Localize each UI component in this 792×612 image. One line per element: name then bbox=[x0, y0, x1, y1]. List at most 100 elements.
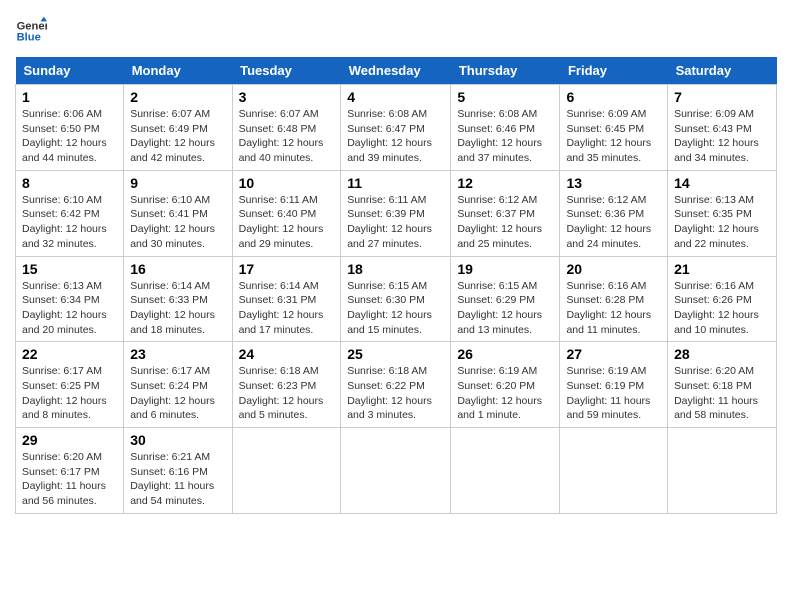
calendar-cell: 30 Sunrise: 6:21 AM Sunset: 6:16 PM Dayli… bbox=[124, 428, 232, 514]
column-header-thursday: Thursday bbox=[451, 57, 560, 85]
calendar-cell: 20 Sunrise: 6:16 AM Sunset: 6:28 PM Dayli… bbox=[560, 256, 668, 342]
day-number: 19 bbox=[457, 261, 553, 277]
calendar-cell: 11 Sunrise: 6:11 AM Sunset: 6:39 PM Dayli… bbox=[341, 170, 451, 256]
calendar-week-5: 29 Sunrise: 6:20 AM Sunset: 6:17 PM Dayli… bbox=[16, 428, 777, 514]
day-number: 18 bbox=[347, 261, 444, 277]
day-number: 12 bbox=[457, 175, 553, 191]
day-info: Sunrise: 6:14 AM Sunset: 6:33 PM Dayligh… bbox=[130, 279, 225, 338]
calendar-cell: 19 Sunrise: 6:15 AM Sunset: 6:29 PM Dayli… bbox=[451, 256, 560, 342]
calendar-cell: 18 Sunrise: 6:15 AM Sunset: 6:30 PM Dayli… bbox=[341, 256, 451, 342]
calendar-header-row: SundayMondayTuesdayWednesdayThursdayFrid… bbox=[16, 57, 777, 85]
column-header-wednesday: Wednesday bbox=[341, 57, 451, 85]
day-number: 15 bbox=[22, 261, 117, 277]
day-number: 9 bbox=[130, 175, 225, 191]
day-info: Sunrise: 6:13 AM Sunset: 6:35 PM Dayligh… bbox=[674, 193, 770, 252]
day-number: 29 bbox=[22, 432, 117, 448]
calendar-cell bbox=[232, 428, 341, 514]
svg-text:General: General bbox=[17, 20, 47, 32]
day-info: Sunrise: 6:20 AM Sunset: 6:17 PM Dayligh… bbox=[22, 450, 117, 509]
calendar-cell bbox=[341, 428, 451, 514]
day-number: 13 bbox=[566, 175, 661, 191]
calendar-cell: 17 Sunrise: 6:14 AM Sunset: 6:31 PM Dayli… bbox=[232, 256, 341, 342]
column-header-tuesday: Tuesday bbox=[232, 57, 341, 85]
day-number: 17 bbox=[239, 261, 335, 277]
day-info: Sunrise: 6:10 AM Sunset: 6:41 PM Dayligh… bbox=[130, 193, 225, 252]
calendar-cell: 13 Sunrise: 6:12 AM Sunset: 6:36 PM Dayli… bbox=[560, 170, 668, 256]
calendar-cell: 1Sunrise: 6:06 AM Sunset: 6:50 PM Daylig… bbox=[16, 85, 124, 171]
logo-icon: General Blue bbox=[15, 15, 47, 47]
calendar-cell: 3Sunrise: 6:07 AM Sunset: 6:48 PM Daylig… bbox=[232, 85, 341, 171]
day-number: 10 bbox=[239, 175, 335, 191]
column-header-saturday: Saturday bbox=[668, 57, 777, 85]
day-number: 23 bbox=[130, 346, 225, 362]
day-info: Sunrise: 6:18 AM Sunset: 6:23 PM Dayligh… bbox=[239, 364, 335, 423]
calendar-week-2: 8Sunrise: 6:10 AM Sunset: 6:42 PM Daylig… bbox=[16, 170, 777, 256]
column-header-monday: Monday bbox=[124, 57, 232, 85]
day-number: 14 bbox=[674, 175, 770, 191]
day-info: Sunrise: 6:17 AM Sunset: 6:25 PM Dayligh… bbox=[22, 364, 117, 423]
calendar-cell: 23 Sunrise: 6:17 AM Sunset: 6:24 PM Dayli… bbox=[124, 342, 232, 428]
calendar-cell bbox=[668, 428, 777, 514]
day-number: 22 bbox=[22, 346, 117, 362]
calendar-cell: 27Sunrise: 6:19 AM Sunset: 6:19 PM Dayli… bbox=[560, 342, 668, 428]
day-info: Sunrise: 6:11 AM Sunset: 6:39 PM Dayligh… bbox=[347, 193, 444, 252]
day-info: Sunrise: 6:19 AM Sunset: 6:19 PM Dayligh… bbox=[566, 364, 661, 423]
header: General Blue bbox=[15, 15, 777, 47]
day-info: Sunrise: 6:09 AM Sunset: 6:43 PM Dayligh… bbox=[674, 107, 770, 166]
calendar-cell: 4 Sunrise: 6:08 AM Sunset: 6:47 PM Daylig… bbox=[341, 85, 451, 171]
day-number: 2 bbox=[130, 89, 225, 105]
day-info: Sunrise: 6:15 AM Sunset: 6:30 PM Dayligh… bbox=[347, 279, 444, 338]
day-info: Sunrise: 6:07 AM Sunset: 6:49 PM Dayligh… bbox=[130, 107, 225, 166]
calendar-cell: 21Sunrise: 6:16 AM Sunset: 6:26 PM Dayli… bbox=[668, 256, 777, 342]
calendar-cell: 7Sunrise: 6:09 AM Sunset: 6:43 PM Daylig… bbox=[668, 85, 777, 171]
column-header-sunday: Sunday bbox=[16, 57, 124, 85]
calendar-cell: 26 Sunrise: 6:19 AM Sunset: 6:20 PM Dayli… bbox=[451, 342, 560, 428]
day-number: 1 bbox=[22, 89, 117, 105]
day-info: Sunrise: 6:11 AM Sunset: 6:40 PM Dayligh… bbox=[239, 193, 335, 252]
day-number: 28 bbox=[674, 346, 770, 362]
calendar-week-3: 15 Sunrise: 6:13 AM Sunset: 6:34 PM Dayli… bbox=[16, 256, 777, 342]
day-number: 30 bbox=[130, 432, 225, 448]
calendar-cell: 8Sunrise: 6:10 AM Sunset: 6:42 PM Daylig… bbox=[16, 170, 124, 256]
day-number: 11 bbox=[347, 175, 444, 191]
day-number: 6 bbox=[566, 89, 661, 105]
svg-text:Blue: Blue bbox=[17, 32, 41, 44]
day-info: Sunrise: 6:09 AM Sunset: 6:45 PM Dayligh… bbox=[566, 107, 661, 166]
day-info: Sunrise: 6:12 AM Sunset: 6:37 PM Dayligh… bbox=[457, 193, 553, 252]
day-info: Sunrise: 6:08 AM Sunset: 6:46 PM Dayligh… bbox=[457, 107, 553, 166]
calendar-body: 1Sunrise: 6:06 AM Sunset: 6:50 PM Daylig… bbox=[16, 85, 777, 514]
day-info: Sunrise: 6:15 AM Sunset: 6:29 PM Dayligh… bbox=[457, 279, 553, 338]
day-info: Sunrise: 6:14 AM Sunset: 6:31 PM Dayligh… bbox=[239, 279, 335, 338]
day-number: 5 bbox=[457, 89, 553, 105]
day-info: Sunrise: 6:19 AM Sunset: 6:20 PM Dayligh… bbox=[457, 364, 553, 423]
calendar-cell: 10 Sunrise: 6:11 AM Sunset: 6:40 PM Dayli… bbox=[232, 170, 341, 256]
day-number: 16 bbox=[130, 261, 225, 277]
day-number: 24 bbox=[239, 346, 335, 362]
calendar-cell: 12 Sunrise: 6:12 AM Sunset: 6:37 PM Dayli… bbox=[451, 170, 560, 256]
calendar-cell: 5 Sunrise: 6:08 AM Sunset: 6:46 PM Daylig… bbox=[451, 85, 560, 171]
day-info: Sunrise: 6:08 AM Sunset: 6:47 PM Dayligh… bbox=[347, 107, 444, 166]
calendar-cell: 24 Sunrise: 6:18 AM Sunset: 6:23 PM Dayli… bbox=[232, 342, 341, 428]
day-number: 4 bbox=[347, 89, 444, 105]
calendar-cell bbox=[560, 428, 668, 514]
calendar-cell bbox=[451, 428, 560, 514]
day-number: 21 bbox=[674, 261, 770, 277]
day-info: Sunrise: 6:17 AM Sunset: 6:24 PM Dayligh… bbox=[130, 364, 225, 423]
day-info: Sunrise: 6:07 AM Sunset: 6:48 PM Dayligh… bbox=[239, 107, 335, 166]
calendar-cell: 16 Sunrise: 6:14 AM Sunset: 6:33 PM Dayli… bbox=[124, 256, 232, 342]
day-info: Sunrise: 6:21 AM Sunset: 6:16 PM Dayligh… bbox=[130, 450, 225, 509]
calendar-cell: 22 Sunrise: 6:17 AM Sunset: 6:25 PM Dayli… bbox=[16, 342, 124, 428]
day-number: 26 bbox=[457, 346, 553, 362]
day-info: Sunrise: 6:20 AM Sunset: 6:18 PM Dayligh… bbox=[674, 364, 770, 423]
calendar-cell: 25Sunrise: 6:18 AM Sunset: 6:22 PM Dayli… bbox=[341, 342, 451, 428]
day-number: 20 bbox=[566, 261, 661, 277]
calendar-table: SundayMondayTuesdayWednesdayThursdayFrid… bbox=[15, 57, 777, 514]
calendar-week-1: 1Sunrise: 6:06 AM Sunset: 6:50 PM Daylig… bbox=[16, 85, 777, 171]
calendar-cell: 2 Sunrise: 6:07 AM Sunset: 6:49 PM Daylig… bbox=[124, 85, 232, 171]
calendar-cell: 14 Sunrise: 6:13 AM Sunset: 6:35 PM Dayli… bbox=[668, 170, 777, 256]
day-info: Sunrise: 6:12 AM Sunset: 6:36 PM Dayligh… bbox=[566, 193, 661, 252]
day-info: Sunrise: 6:13 AM Sunset: 6:34 PM Dayligh… bbox=[22, 279, 117, 338]
calendar-cell: 29 Sunrise: 6:20 AM Sunset: 6:17 PM Dayli… bbox=[16, 428, 124, 514]
day-info: Sunrise: 6:18 AM Sunset: 6:22 PM Dayligh… bbox=[347, 364, 444, 423]
day-info: Sunrise: 6:16 AM Sunset: 6:28 PM Dayligh… bbox=[566, 279, 661, 338]
